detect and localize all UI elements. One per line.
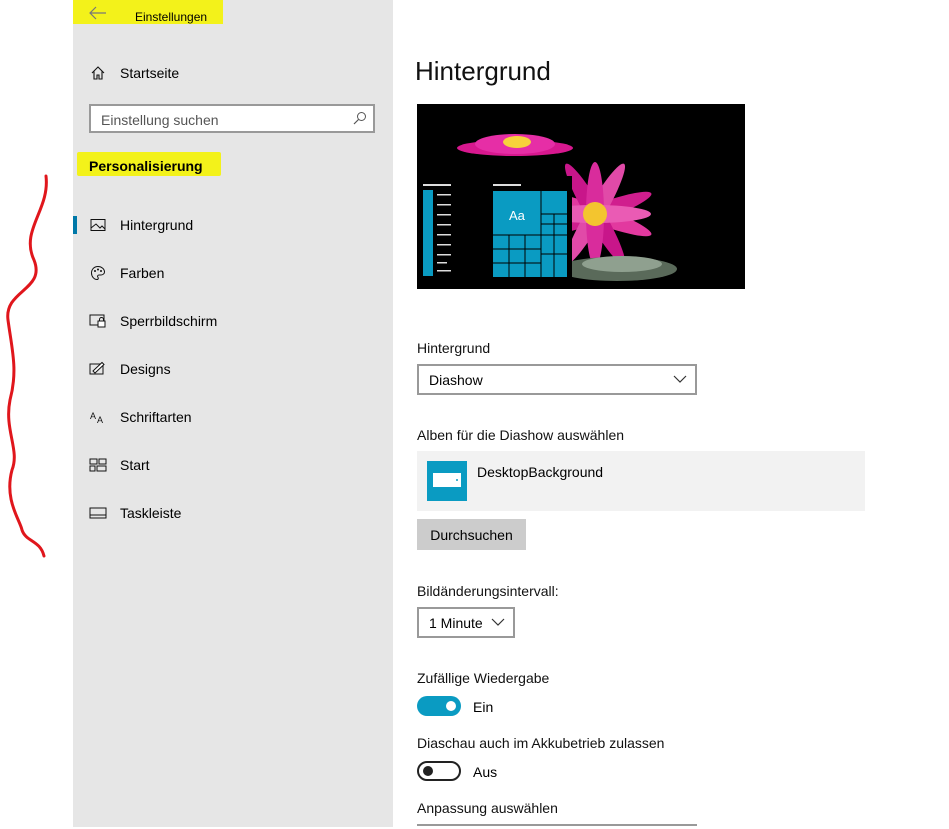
sidebar-item-label: Sperrbildschirm xyxy=(120,313,218,329)
sidebar-item-taskleiste[interactable]: Taskleiste xyxy=(73,493,393,533)
sidebar-item-farben[interactable]: Farben xyxy=(73,253,393,293)
sidebar: Einstellungen Startseite Personalisierun… xyxy=(73,0,393,827)
chevron-down-icon xyxy=(673,375,687,383)
fit-label: Anpassung auswählen xyxy=(417,800,558,816)
interval-dropdown-value: 1 Minute xyxy=(429,615,483,631)
shuffle-state: Ein xyxy=(473,699,494,715)
preview-tile-text: Aa xyxy=(509,208,525,223)
palette-icon xyxy=(89,264,107,282)
battery-state: Aus xyxy=(473,764,498,780)
svg-text:A: A xyxy=(90,411,96,421)
start-icon xyxy=(89,456,107,474)
search-box[interactable] xyxy=(89,104,375,133)
interval-label: Bildänderungsintervall: xyxy=(417,583,559,599)
battery-toggle[interactable] xyxy=(417,761,461,781)
sidebar-item-label: Designs xyxy=(120,361,171,377)
chevron-down-icon xyxy=(491,618,505,626)
search-icon[interactable] xyxy=(353,111,367,125)
toggle-knob xyxy=(446,701,456,711)
interval-dropdown[interactable]: 1 Minute xyxy=(417,607,515,638)
sidebar-item-label: Taskleiste xyxy=(120,505,182,521)
selection-indicator xyxy=(73,216,77,234)
lock-screen-icon xyxy=(89,312,107,330)
back-arrow-icon[interactable] xyxy=(89,6,107,20)
shuffle-label: Zufällige Wiedergabe xyxy=(417,670,550,686)
album-name: DesktopBackground xyxy=(477,464,604,480)
search-input[interactable] xyxy=(91,106,353,133)
desktop-preview: Aa xyxy=(417,104,745,289)
sidebar-item-label: Schriftarten xyxy=(120,409,192,425)
fonts-icon: AA xyxy=(89,408,107,426)
page-title: Hintergrund xyxy=(415,56,551,86)
left-margin xyxy=(0,0,73,827)
sidebar-item-start[interactable]: Start xyxy=(73,445,393,485)
sidebar-item-label: Farben xyxy=(120,265,165,281)
sidebar-item-designs[interactable]: Designs xyxy=(73,349,393,389)
home-label: Startseite xyxy=(120,65,180,81)
window-title: Einstellungen xyxy=(135,10,208,24)
sidebar-item-label: Hintergrund xyxy=(120,217,194,233)
folder-icon xyxy=(427,461,467,501)
battery-label: Diaschau auch im Akkubetrieb zulassen xyxy=(417,735,665,751)
main-content: Hintergrund Aa Hintergrund Diashow Alben… xyxy=(393,0,949,827)
section-heading-personalisierung: Personalisierung xyxy=(77,152,221,176)
background-label: Hintergrund xyxy=(417,340,491,356)
taskbar-icon xyxy=(89,504,107,522)
browse-button[interactable]: Durchsuchen xyxy=(417,519,526,550)
start-menu-tiles xyxy=(493,184,567,277)
shuffle-toggle[interactable] xyxy=(417,696,461,716)
home-icon xyxy=(89,64,107,82)
nav-home[interactable]: Startseite xyxy=(73,55,393,91)
picture-icon xyxy=(89,216,107,234)
album-item[interactable]: DesktopBackground xyxy=(417,451,865,511)
background-dropdown[interactable]: Diashow xyxy=(417,364,697,395)
sidebar-item-schriftarten[interactable]: AA Schriftarten xyxy=(73,397,393,437)
sidebar-item-sperrbildschirm[interactable]: Sperrbildschirm xyxy=(73,301,393,341)
designs-icon xyxy=(89,360,107,378)
sidebar-item-hintergrund[interactable]: Hintergrund xyxy=(73,205,393,245)
toggle-knob xyxy=(423,766,433,776)
album-label: Alben für die Diashow auswählen xyxy=(417,427,625,443)
svg-text:A: A xyxy=(97,415,103,425)
red-squiggle-annotation xyxy=(6,174,48,558)
preview-image xyxy=(417,104,745,289)
title-bar: Einstellungen xyxy=(73,0,223,24)
sidebar-item-label: Start xyxy=(120,457,150,473)
background-dropdown-value: Diashow xyxy=(429,372,483,388)
